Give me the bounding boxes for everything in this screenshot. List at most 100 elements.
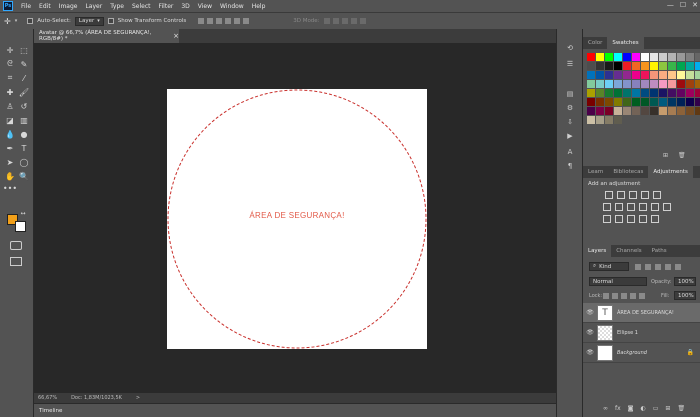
menu-help[interactable]: Help [248,3,270,10]
lock-artboard-icon[interactable] [630,293,636,299]
color-lookup-icon[interactable] [663,203,671,211]
brush-settings-icon[interactable]: ▤ [565,89,575,99]
paragraph-icon[interactable]: ¶ [565,161,575,171]
exposure-icon[interactable] [641,191,649,199]
color-swatch[interactable] [632,107,640,115]
close-icon[interactable]: ✕ [692,1,698,9]
eraser-tool-icon[interactable]: ◪ [5,115,15,125]
color-swatch[interactable] [677,89,685,97]
color-swatch[interactable] [686,80,694,88]
selective-color-icon[interactable] [651,215,659,223]
color-swatch[interactable] [668,71,676,79]
color-swatch[interactable] [650,98,658,106]
rotate-3d-icon[interactable] [323,18,330,24]
color-swatch[interactable] [632,71,640,79]
align-middle-icon[interactable] [207,18,214,24]
channel-mixer-icon[interactable] [651,203,659,211]
color-swatch[interactable] [632,53,640,61]
color-swatch[interactable] [650,107,658,115]
hand-tool-icon[interactable]: ✋ [5,171,15,181]
tab-channels[interactable]: Channels [611,245,646,257]
color-swatch[interactable] [668,62,676,70]
color-swatch[interactable] [695,98,700,106]
align-bottom-icon[interactable] [216,18,223,24]
color-swatch[interactable] [605,71,613,79]
color-swatch[interactable] [668,80,676,88]
color-swatch[interactable] [695,71,700,79]
color-swatch[interactable] [668,53,676,61]
color-swatch[interactable] [668,107,676,115]
color-swatch[interactable] [668,89,676,97]
hue-saturation-icon[interactable] [603,203,611,211]
menu-select[interactable]: Select [128,3,155,10]
color-swatch[interactable] [641,53,649,61]
lock-pixels-icon[interactable] [612,293,618,299]
color-swatch[interactable] [587,107,595,115]
color-swatch[interactable] [623,53,631,61]
color-swatch[interactable] [623,80,631,88]
color-swatch[interactable] [614,98,622,106]
align-left-icon[interactable] [225,18,232,24]
color-swatch[interactable] [659,107,667,115]
scale-3d-icon[interactable] [359,18,366,24]
screen-mode-icon[interactable] [10,257,22,266]
color-swatch[interactable] [695,89,700,97]
color-swatch[interactable] [686,107,694,115]
gradient-tool-icon[interactable]: ▥ [19,115,29,125]
menu-type[interactable]: Type [106,3,128,10]
color-swatch[interactable] [632,80,640,88]
maximize-icon[interactable]: ☐ [680,1,686,9]
artboard-tool-icon[interactable]: ⬚ [19,45,29,55]
filter-pixel-icon[interactable] [635,264,641,270]
color-swatch[interactable] [686,89,694,97]
color-swatch[interactable] [623,89,631,97]
color-swatch[interactable] [596,53,604,61]
curves-icon[interactable] [629,191,637,199]
brushes-icon[interactable]: ⚙ [565,103,575,113]
move-tool-icon[interactable]: ✛ [4,17,11,26]
color-swatch[interactable] [659,53,667,61]
tab-swatches[interactable]: Swatches [607,37,644,49]
color-swatch[interactable] [695,80,700,88]
color-swatch[interactable] [596,116,604,124]
color-swatch[interactable] [605,89,613,97]
color-swatch[interactable] [605,107,613,115]
color-swatch[interactable] [614,80,622,88]
lock-all-icon[interactable] [639,293,645,299]
color-swatch[interactable] [686,62,694,70]
color-swatch[interactable] [641,71,649,79]
color-swatch[interactable] [677,80,685,88]
adjustment-layer-icon[interactable]: ◐ [641,405,646,412]
character-icon[interactable]: A [565,147,575,157]
black-white-icon[interactable] [627,203,635,211]
type-tool-icon[interactable]: T [19,143,29,153]
color-swatch[interactable] [587,80,595,88]
trash-icon[interactable]: 🗑 [678,152,686,159]
color-swatch[interactable] [614,89,622,97]
layer-row-text[interactable]: 👁 T ÁREA DE SEGURANÇA! [583,303,700,323]
menu-layer[interactable]: Layer [81,3,106,10]
color-swatch[interactable] [587,116,595,124]
layer-row-ellipse[interactable]: 👁 Ellipse 1 [583,323,700,343]
lock-transparent-icon[interactable] [603,293,609,299]
roll-3d-icon[interactable] [332,18,339,24]
color-swatch[interactable] [641,107,649,115]
menu-3d[interactable]: 3D [177,3,193,10]
filter-shape-icon[interactable] [665,264,671,270]
color-swatch[interactable] [677,71,685,79]
tab-learn[interactable]: Learn [583,166,608,178]
blend-mode-dropdown[interactable]: Normal [589,277,647,286]
color-swatch[interactable] [587,89,595,97]
color-swatch[interactable] [659,98,667,106]
quick-select-tool-icon[interactable]: ✎ [19,59,29,69]
color-swatch[interactable] [650,62,658,70]
status-arrow-icon[interactable]: > [136,395,140,401]
clone-stamp-tool-icon[interactable]: ♙ [5,101,15,111]
filter-smart-object-icon[interactable] [675,264,681,270]
color-swatch[interactable] [659,71,667,79]
auto-select-target-dropdown[interactable]: Layer ▾ [74,16,104,26]
zoom-level[interactable]: 66,67% [38,395,57,401]
color-swatch[interactable] [614,107,622,115]
color-swatch[interactable] [596,89,604,97]
dodge-tool-icon[interactable]: ● [19,129,29,139]
